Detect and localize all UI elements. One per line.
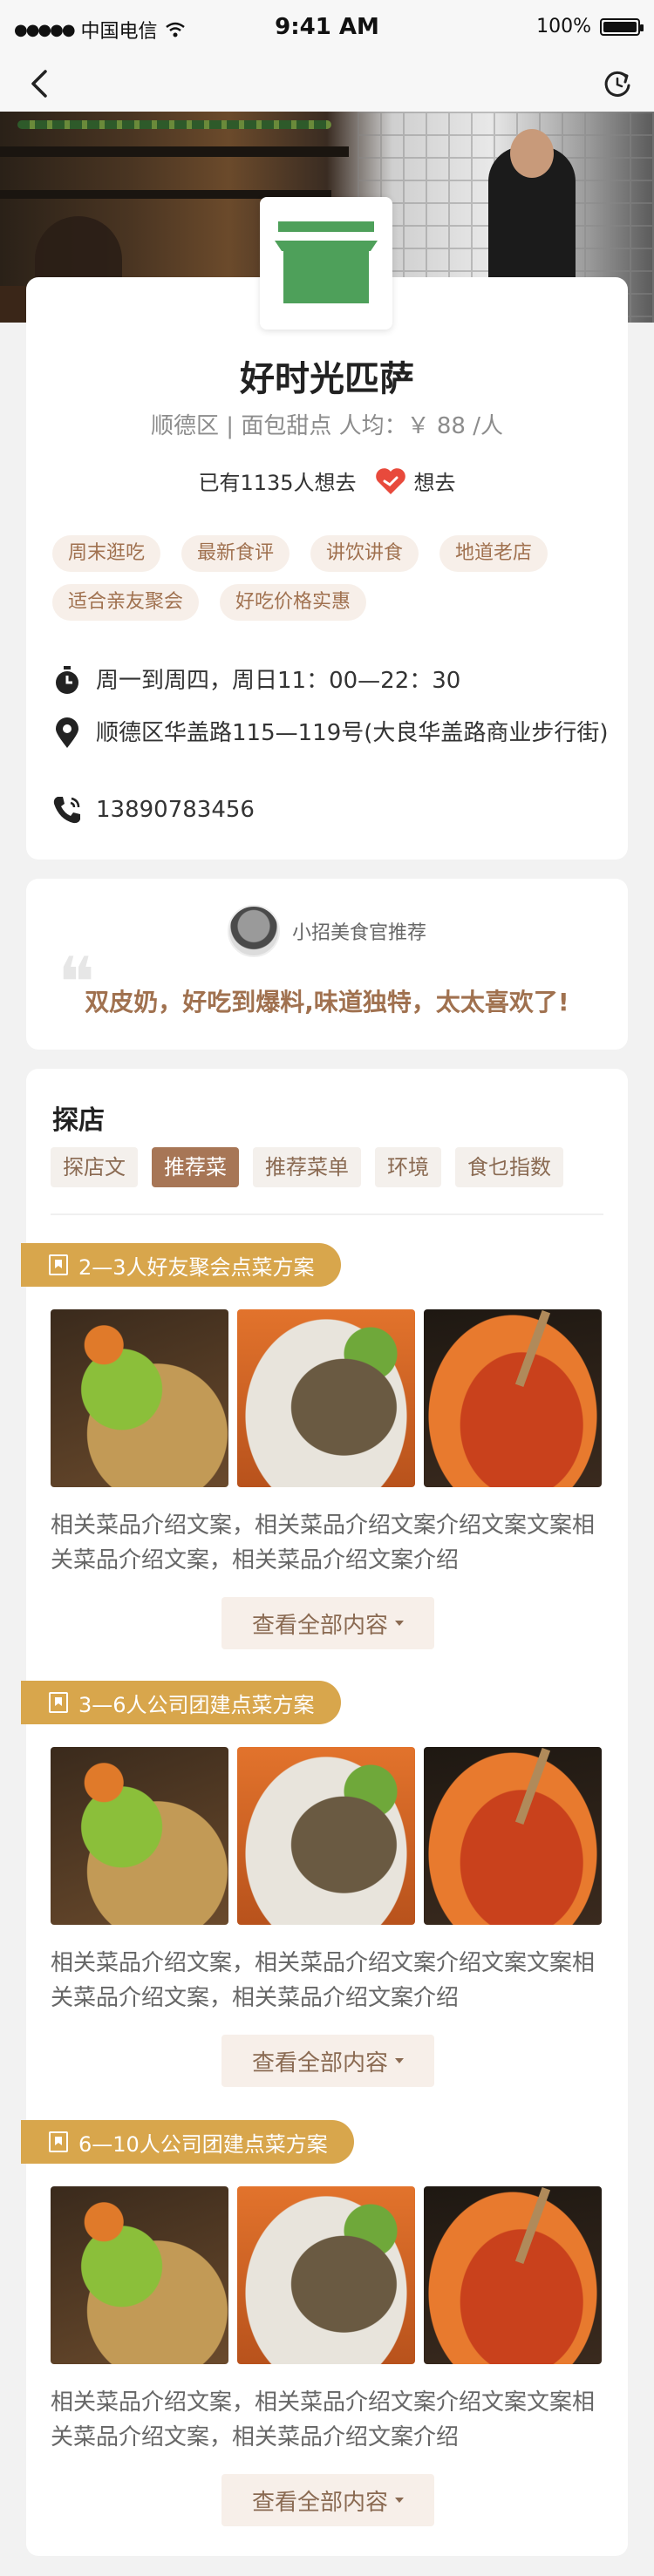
heart-icon [375,467,405,494]
explore-title: 探店 [52,1105,105,1136]
view-all-button[interactable]: 查看全部内容 [221,1597,434,1649]
phone-icon [52,793,82,826]
phone-row[interactable]: 13890783456 [52,793,610,826]
want-label: 想去 [413,471,456,495]
recommend-card: 小招美食官推荐 ❝ 双皮奶，好吃到爆料,味道独特，太太喜欢了! [26,879,628,1050]
view-all-label: 查看全部内容 [251,2489,388,2516]
status-bar: ●●●●● 中国电信 9:41 AM 100% [0,0,654,56]
tab-explore-article[interactable]: 探店文 [51,1147,138,1187]
explore-tabs: 探店文 推荐菜 推荐菜单 环境 食乜指数 [51,1147,563,1187]
nav-bar [0,56,654,112]
dish-photo[interactable] [51,1747,228,1925]
tag-list: 周末逛吃 最新食评 讲饮讲食 地道老店 适合亲友聚会 好吃价格实惠 [52,535,610,621]
view-all-button[interactable]: 查看全部内容 [221,2474,434,2526]
shop-meta: 顺德区 | 面包甜点 人均：￥ 88 /人 [151,413,503,439]
want-count: 已有1135人想去 [198,471,357,495]
shop-logo-icon [275,221,378,303]
divider [51,1213,603,1215]
location-pin-icon [52,717,82,750]
tab-recommend-menu[interactable]: 推荐菜单 [253,1147,361,1187]
view-all-button[interactable]: 查看全部内容 [221,2035,434,2087]
recommend-quote: 双皮奶，好吃到爆料,味道独特，太太喜欢了! [85,988,569,1016]
dish-photo[interactable] [424,1747,602,1925]
section-title: 3—6人公司团建点菜方案 [78,1692,315,1717]
dish-photo[interactable] [237,1309,415,1487]
address-text: 顺德区华盖路115—119号(大良华盖路商业步行街) [96,720,609,746]
tag[interactable]: 周末逛吃 [52,535,161,572]
bookmark-icon [49,1254,68,1275]
phone-text: 13890783456 [96,797,255,823]
explore-card: 探店 探店文 推荐菜 推荐菜单 环境 食乜指数 2—3人好友聚会点菜方案 相关菜… [21,1069,628,2556]
dish-photo[interactable] [424,1309,602,1487]
caret-down-icon [395,2498,404,2503]
view-all-label: 查看全部内容 [251,2049,388,2076]
section-desc: 相关菜品介绍文案，相关菜品介绍文案介绍文案文案相关菜品介绍文案，相关菜品介绍文案… [51,2389,596,2450]
section-ribbon: 3—6人公司团建点菜方案 [21,1681,341,1724]
tab-environment[interactable]: 环境 [375,1147,441,1187]
dish-photo[interactable] [424,2186,602,2364]
section-desc: 相关菜品介绍文案，相关菜品介绍文案介绍文案文案相关菜品介绍文案，相关菜品介绍文案… [51,1950,596,2011]
shop-info-card: 好时光匹萨 顺德区 | 面包甜点 人均：￥ 88 /人 已有1135人想去 想去… [26,197,628,860]
tag[interactable]: 地道老店 [439,535,548,572]
battery-icon [600,17,644,36]
recommend-title: 小招美食官推荐 [291,922,426,944]
battery-percent: 100% [536,16,591,37]
stopwatch-icon [52,664,82,697]
tag[interactable]: 好吃价格实惠 [220,584,367,621]
dish-photo[interactable] [237,2186,415,2364]
bookmark-icon [49,2131,68,2152]
section-title: 6—10人公司团建点菜方案 [78,2131,328,2157]
view-all-label: 查看全部内容 [251,1612,388,1639]
tab-food-index[interactable]: 食乜指数 [455,1147,563,1187]
dish-photo[interactable] [51,1309,228,1487]
caret-down-icon [395,1621,404,1626]
address-row[interactable]: 顺德区华盖路115—119号(大良华盖路商业步行街) [52,717,610,750]
tab-recommend-dish[interactable]: 推荐菜 [152,1147,239,1187]
section-ribbon: 6—10人公司团建点菜方案 [21,2120,354,2164]
section-ribbon: 2—3人好友聚会点菜方案 [21,1243,341,1287]
caret-down-icon [395,2058,404,2063]
chevron-left-icon[interactable] [23,66,58,101]
bookmark-icon [49,1692,68,1713]
want-row: 已有1135人想去 想去 [26,466,628,496]
hours-text: 周一到周四，周日11：00—22：30 [96,668,461,694]
avatar [227,905,280,957]
want-button[interactable]: 想去 [374,466,456,496]
tag[interactable]: 适合亲友聚会 [52,584,200,621]
tag[interactable]: 最新食评 [181,535,290,572]
refresh-icon[interactable] [600,66,635,101]
section-desc: 相关菜品介绍文案，相关菜品介绍文案介绍文案文案相关菜品介绍文案，相关菜品介绍文案… [51,1512,596,1573]
tag[interactable]: 讲饮讲食 [310,535,419,572]
dish-photo[interactable] [237,1747,415,1925]
shop-logo [260,197,392,330]
section-title: 2—3人好友聚会点菜方案 [78,1254,315,1280]
hours-row: 周一到周四，周日11：00—22：30 [52,664,610,697]
dish-photo[interactable] [51,2186,228,2364]
shop-name: 好时光匹萨 [240,359,414,399]
